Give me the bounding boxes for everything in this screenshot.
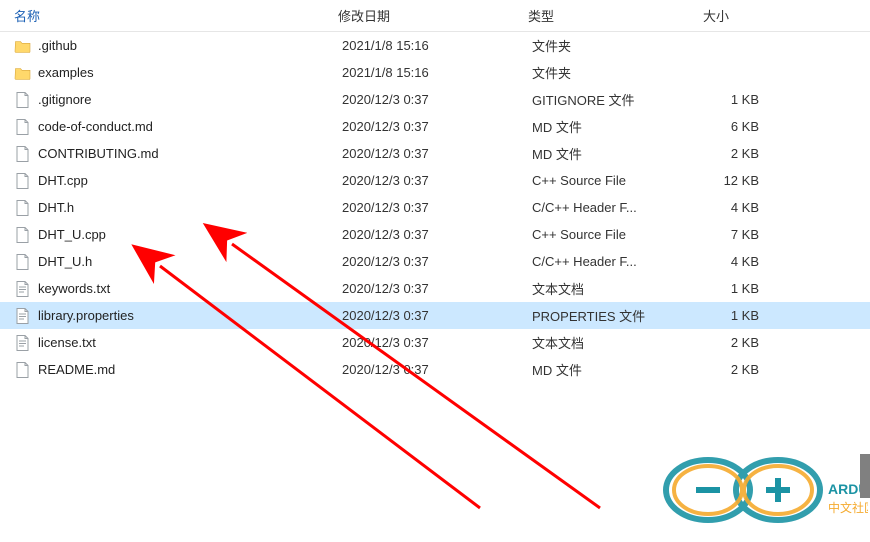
file-icon bbox=[14, 91, 32, 109]
text-file-icon bbox=[14, 307, 32, 325]
file-type: MD 文件 bbox=[524, 360, 699, 379]
file-modified: 2020/12/3 0:37 bbox=[334, 254, 524, 269]
file-row[interactable]: keywords.txt 2020/12/3 0:37文本文档1 KB bbox=[0, 275, 870, 302]
logo-subtext: 中文社区 bbox=[828, 500, 868, 515]
arduino-logo: ARDUINO 中文社区 bbox=[638, 440, 868, 540]
file-modified: 2020/12/3 0:37 bbox=[334, 119, 524, 134]
file-name: keywords.txt bbox=[38, 281, 110, 296]
vertical-scrollbar[interactable] bbox=[860, 454, 870, 498]
file-modified: 2021/1/8 15:16 bbox=[334, 38, 524, 53]
file-modified: 2020/12/3 0:37 bbox=[334, 308, 524, 323]
file-modified: 2020/12/3 0:37 bbox=[334, 227, 524, 242]
file-modified: 2021/1/8 15:16 bbox=[334, 65, 524, 80]
file-icon bbox=[14, 145, 32, 163]
file-row[interactable]: CONTRIBUTING.md 2020/12/3 0:37MD 文件2 KB bbox=[0, 140, 870, 167]
file-modified: 2020/12/3 0:37 bbox=[334, 92, 524, 107]
file-row[interactable]: .gitignore 2020/12/3 0:37GITIGNORE 文件1 KB bbox=[0, 86, 870, 113]
file-name: library.properties bbox=[38, 308, 134, 323]
file-size: 2 KB bbox=[699, 146, 789, 161]
file-modified: 2020/12/3 0:37 bbox=[334, 281, 524, 296]
file-name: examples bbox=[38, 65, 94, 80]
file-size: 7 KB bbox=[699, 227, 789, 242]
file-name: code-of-conduct.md bbox=[38, 119, 153, 134]
file-name: .gitignore bbox=[38, 92, 91, 107]
file-name: DHT_U.cpp bbox=[38, 227, 106, 242]
file-size: 4 KB bbox=[699, 200, 789, 215]
file-modified: 2020/12/3 0:37 bbox=[334, 335, 524, 350]
file-row[interactable]: license.txt 2020/12/3 0:37文本文档2 KB bbox=[0, 329, 870, 356]
file-name: DHT.cpp bbox=[38, 173, 88, 188]
file-row[interactable]: DHT.cpp 2020/12/3 0:37C++ Source File12 K… bbox=[0, 167, 870, 194]
column-header-type[interactable]: 类型 bbox=[520, 0, 695, 31]
file-name: CONTRIBUTING.md bbox=[38, 146, 159, 161]
file-icon bbox=[14, 226, 32, 244]
file-type: GITIGNORE 文件 bbox=[524, 90, 699, 109]
file-size: 4 KB bbox=[699, 254, 789, 269]
file-size: 2 KB bbox=[699, 335, 789, 350]
file-name: .github bbox=[38, 38, 77, 53]
file-list: .github 2021/1/8 15:16文件夹 examples 2021/1/8… bbox=[0, 32, 870, 383]
file-icon bbox=[14, 172, 32, 190]
file-size: 6 KB bbox=[699, 119, 789, 134]
column-header-name[interactable]: 名称 bbox=[0, 0, 330, 31]
file-type: PROPERTIES 文件 bbox=[524, 306, 699, 325]
file-row[interactable]: .github 2021/1/8 15:16文件夹 bbox=[0, 32, 870, 59]
file-type: C++ Source File bbox=[524, 173, 699, 188]
text-file-icon bbox=[14, 280, 32, 298]
file-type: MD 文件 bbox=[524, 144, 699, 163]
file-name: license.txt bbox=[38, 335, 96, 350]
file-size: 1 KB bbox=[699, 92, 789, 107]
file-type: 文件夹 bbox=[524, 63, 699, 82]
file-row[interactable]: examples 2021/1/8 15:16文件夹 bbox=[0, 59, 870, 86]
file-size: 1 KB bbox=[699, 308, 789, 323]
file-size: 12 KB bbox=[699, 173, 789, 188]
file-row[interactable]: DHT_U.h 2020/12/3 0:37C/C++ Header F...4 … bbox=[0, 248, 870, 275]
file-type: C/C++ Header F... bbox=[524, 200, 699, 215]
file-row[interactable]: README.md 2020/12/3 0:37MD 文件2 KB bbox=[0, 356, 870, 383]
file-type: 文件夹 bbox=[524, 36, 699, 55]
file-size: 2 KB bbox=[699, 362, 789, 377]
file-row[interactable]: code-of-conduct.md 2020/12/3 0:37MD 文件6 K… bbox=[0, 113, 870, 140]
file-modified: 2020/12/3 0:37 bbox=[334, 173, 524, 188]
file-name: DHT_U.h bbox=[38, 254, 92, 269]
file-size: 1 KB bbox=[699, 281, 789, 296]
column-header-row: 名称 修改日期 类型 大小 bbox=[0, 0, 870, 32]
file-type: 文本文档 bbox=[524, 333, 699, 352]
text-file-icon bbox=[14, 334, 32, 352]
folder-icon bbox=[14, 37, 32, 55]
column-header-size[interactable]: 大小 bbox=[695, 0, 785, 31]
file-icon bbox=[14, 118, 32, 136]
folder-icon bbox=[14, 64, 32, 82]
file-type: MD 文件 bbox=[524, 117, 699, 136]
file-row[interactable]: DHT_U.cpp 2020/12/3 0:37C++ Source File7 … bbox=[0, 221, 870, 248]
file-modified: 2020/12/3 0:37 bbox=[334, 146, 524, 161]
file-name: README.md bbox=[38, 362, 115, 377]
file-name: DHT.h bbox=[38, 200, 74, 215]
file-modified: 2020/12/3 0:37 bbox=[334, 200, 524, 215]
file-row[interactable]: library.properties 2020/12/3 0:37PROPERTI… bbox=[0, 302, 870, 329]
column-header-modified[interactable]: 修改日期 bbox=[330, 0, 520, 31]
file-type: C/C++ Header F... bbox=[524, 254, 699, 269]
file-icon bbox=[14, 199, 32, 217]
file-type: C++ Source File bbox=[524, 227, 699, 242]
file-icon bbox=[14, 253, 32, 271]
file-type: 文本文档 bbox=[524, 279, 699, 298]
file-row[interactable]: DHT.h 2020/12/3 0:37C/C++ Header F...4 KB bbox=[0, 194, 870, 221]
file-icon bbox=[14, 361, 32, 379]
file-modified: 2020/12/3 0:37 bbox=[334, 362, 524, 377]
